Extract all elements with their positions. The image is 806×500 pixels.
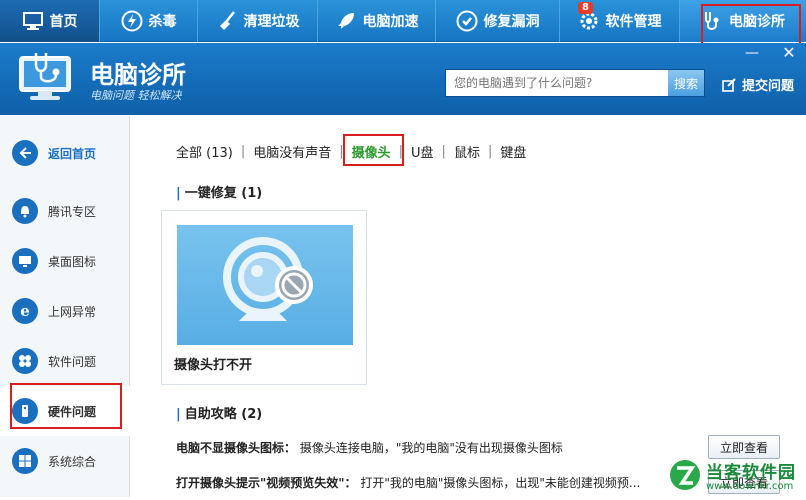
section-title-text: 自助攻略 (2) <box>184 407 263 422</box>
tab-speedup[interactable]: 电脑加速 <box>318 0 436 42</box>
guide-desc: 摄像头连接电脑，"我的电脑"没有出现摄像头图标 <box>299 441 563 455</box>
highlight-box-hardware <box>10 383 122 429</box>
tab-antivirus[interactable]: 杀毒 <box>100 0 198 42</box>
filter-mouse[interactable]: 鼠标 <box>454 142 480 161</box>
watermark-url: www.downkr.com <box>706 481 794 492</box>
shield-icon <box>456 10 478 32</box>
broom-icon <box>216 10 238 32</box>
guide-row: 打开摄像头提示"视频预览失效"： 打开"我的电脑"摄像头图标，出现"未能创建视频… <box>176 474 640 491</box>
submit-question-label: 提交问题 <box>742 79 795 94</box>
app-title: 电脑诊所 <box>90 61 186 89</box>
search-box: 搜索 <box>445 69 705 97</box>
separator: | <box>487 143 493 159</box>
section-title-text: 一键修复 (1) <box>184 186 263 201</box>
sidebar-item-system[interactable]: 系统综合 <box>0 436 130 486</box>
filter-no-sound[interactable]: 电脑没有声音 <box>253 142 331 161</box>
sidebar-item-back-home[interactable]: 返回首页 <box>0 128 130 178</box>
tab-label: 杀毒 <box>148 14 177 30</box>
guide-row: 电脑不显摄像头图标： 摄像头连接电脑，"我的电脑"没有出现摄像头图标 <box>176 439 563 456</box>
sidebar-item-label: 系统综合 <box>48 454 97 469</box>
sidebar-item-desktop-icons[interactable]: 桌面图标 <box>0 236 130 286</box>
guide-desc: 打开"我的电脑"摄像头图标，出现"未能创建视频预... <box>360 476 641 490</box>
camera-image <box>177 225 353 345</box>
minimize-button[interactable]: — <box>742 45 762 61</box>
sidebar-item-network[interactable]: e 上网异常 <box>0 286 130 336</box>
section-title-one-click-fix: | 一键修复 (1) <box>176 182 262 201</box>
tab-software[interactable]: 8 软件管理 <box>560 0 680 42</box>
highlight-box-nav <box>701 4 801 46</box>
highlight-box-camera <box>343 134 404 166</box>
watermark: 当客软件园 www.downkr.com <box>668 456 806 497</box>
tab-label: 清理垃圾 <box>243 14 300 30</box>
sidebar-item-label: 桌面图标 <box>48 254 97 269</box>
guide-title: 电脑不显摄像头图标： <box>176 441 297 455</box>
bell-icon <box>12 198 38 224</box>
app-slogan: 电脑问题 轻松解决 <box>90 89 182 102</box>
sidebar-item-label: 腾讯专区 <box>48 204 97 219</box>
sidebar-item-software[interactable]: 软件问题 <box>0 336 130 386</box>
edit-icon <box>722 77 736 92</box>
clinic-logo-icon <box>19 53 71 100</box>
separator: | <box>240 143 246 159</box>
fix-card-camera[interactable]: 摄像头打不开 <box>161 210 367 385</box>
submit-question-link[interactable]: 提交问题 <box>722 75 794 94</box>
tab-label: 电脑加速 <box>362 14 419 30</box>
sidebar-item-tencent[interactable]: 腾讯专区 <box>0 186 130 236</box>
section-bar: | <box>176 407 181 422</box>
guide-title: 打开摄像头提示"视频预览失效"： <box>176 476 357 490</box>
sidebar: 返回首页 腾讯专区 桌面图标 e 上网异常 软件问题 硬件问题 系统综合 <box>0 116 130 497</box>
tab-label: 修复漏洞 <box>483 14 540 30</box>
windows-icon <box>12 448 38 474</box>
sidebar-item-label: 上网异常 <box>48 304 97 319</box>
sidebar-item-label: 软件问题 <box>48 354 97 369</box>
fix-card-label: 摄像头打不开 <box>174 358 253 373</box>
puzzle-icon <box>12 348 38 374</box>
sidebar-item-label: 返回首页 <box>48 146 97 161</box>
section-title-self-help: | 自助攻略 (2) <box>176 403 262 422</box>
section-bar: | <box>176 186 181 201</box>
rocket-icon <box>335 10 357 32</box>
filter-all[interactable]: 全部 (13) <box>176 142 233 161</box>
top-navigation: 首页 杀毒 清理垃圾 电脑加速 修复漏洞 8 软件管理 电脑诊所 <box>0 0 806 42</box>
tab-label: 软件管理 <box>605 14 662 30</box>
tab-clean[interactable]: 清理垃圾 <box>198 0 318 42</box>
watermark-name: 当客软件园 <box>706 463 796 483</box>
search-button[interactable]: 搜索 <box>668 70 704 96</box>
desktop-icon <box>12 248 38 274</box>
tab-home[interactable]: 首页 <box>0 0 100 42</box>
ie-icon: e <box>12 298 38 324</box>
tab-label: 首页 <box>49 14 78 30</box>
header: 电脑诊所 电脑问题 轻松解决 搜索 提交问题 — ✕ <box>0 43 806 115</box>
close-button[interactable]: ✕ <box>779 43 799 62</box>
filter-keyboard[interactable]: 键盘 <box>500 142 526 161</box>
tab-patch[interactable]: 修复漏洞 <box>436 0 560 42</box>
update-count-badge: 8 <box>578 2 593 14</box>
back-arrow-icon <box>12 140 38 166</box>
filter-usb[interactable]: U盘 <box>411 142 434 161</box>
separator: | <box>441 143 446 159</box>
webcam-icon <box>223 237 313 321</box>
lightning-icon <box>121 10 143 32</box>
monitor-icon <box>22 10 44 32</box>
search-input[interactable] <box>446 70 668 96</box>
